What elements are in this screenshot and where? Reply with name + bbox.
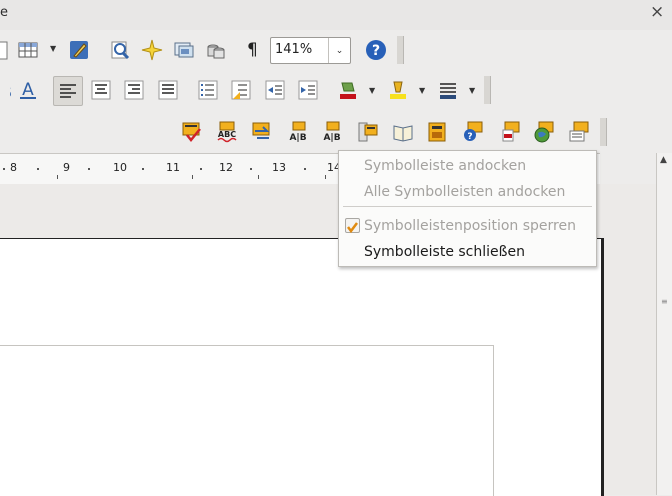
svg-text:A|B: A|B xyxy=(289,133,306,143)
bullets-icon[interactable] xyxy=(227,76,255,104)
ruler-tick xyxy=(192,175,193,179)
hyphenation-icon[interactable]: A|B xyxy=(284,118,312,146)
ruler-label: 9 xyxy=(63,161,70,174)
ruler-label: 13 xyxy=(272,161,286,174)
ruler-dot xyxy=(304,168,306,170)
toolbar-grip[interactable] xyxy=(484,76,491,104)
note-icon[interactable] xyxy=(565,118,593,146)
checkmark-icon xyxy=(347,222,358,234)
menu-item-label: Symbolleiste schließen xyxy=(364,244,525,260)
draw-functions-icon[interactable] xyxy=(65,36,93,64)
ruler-tick xyxy=(57,175,58,179)
data-sources-icon[interactable] xyxy=(202,36,230,64)
scroll-thumb-grip-icon[interactable]: ≡ xyxy=(661,297,668,306)
toolbar-grip[interactable] xyxy=(600,118,607,146)
help-icon[interactable]: ? xyxy=(362,36,390,64)
paragraph-background-dropdown-icon[interactable]: ▼ xyxy=(469,86,477,95)
increase-indent-icon[interactable] xyxy=(294,76,322,104)
ruler-dot xyxy=(88,168,90,170)
tools-toolbar: ABC A|B A|B ? xyxy=(0,112,672,152)
highlight-dropdown-icon[interactable]: ▼ xyxy=(419,86,427,95)
align-left-icon[interactable] xyxy=(53,76,83,106)
toolbar-context-menu: Symbolleiste andocken Alle Symbolleisten… xyxy=(338,150,597,267)
window-title: e xyxy=(0,5,8,20)
autocorrect-icon[interactable] xyxy=(248,118,276,146)
svg-text:a: a xyxy=(9,81,11,101)
ruler-dot xyxy=(142,168,144,170)
toolbar-grip[interactable] xyxy=(397,36,404,64)
zoom-dropdown-icon[interactable]: ⌄ xyxy=(328,38,350,63)
decrease-indent-icon[interactable] xyxy=(261,76,289,104)
ruler-dot xyxy=(250,168,252,170)
menu-item-lock-toolbar-position[interactable]: Symbolleistenposition sperren xyxy=(364,218,576,234)
close-window-button[interactable]: × xyxy=(650,2,664,22)
svg-text:A|B: A|B xyxy=(323,133,340,143)
background-color-icon[interactable] xyxy=(334,76,362,104)
align-right-icon[interactable] xyxy=(120,76,148,104)
ruler-tick xyxy=(325,175,326,179)
lock-position-checkbox[interactable] xyxy=(345,218,360,234)
highlight-icon[interactable] xyxy=(384,76,412,104)
ruler-label: 8 xyxy=(10,161,17,174)
autospellcheck-icon[interactable]: ABC xyxy=(213,118,241,146)
help-tip-icon[interactable]: ? xyxy=(459,118,487,146)
ruler-dot xyxy=(37,168,39,170)
formatting-toolbar: a A ▼ ▼ ▼ xyxy=(0,70,672,112)
table-icon[interactable] xyxy=(14,36,42,64)
glossary-icon[interactable] xyxy=(423,118,451,146)
zoom-combobox[interactable]: 141% ⌄ xyxy=(270,37,351,64)
ruler-label: 11 xyxy=(166,161,180,174)
vertical-scrollbar[interactable]: ▲ ≡ xyxy=(656,153,672,495)
font-color-icon[interactable]: A xyxy=(14,76,42,104)
background-color-dropdown-icon[interactable]: ▼ xyxy=(369,86,377,95)
thesaurus-icon[interactable]: A|B xyxy=(318,118,346,146)
navigator-icon[interactable] xyxy=(138,36,166,64)
text-area-boundary[interactable] xyxy=(0,345,494,496)
scroll-up-icon[interactable]: ▲ xyxy=(660,155,667,165)
justify-icon[interactable] xyxy=(154,76,182,104)
shadow-icon[interactable]: a xyxy=(0,76,14,104)
svg-text:?: ? xyxy=(372,43,380,59)
pdf-export-icon[interactable] xyxy=(496,118,524,146)
menu-item-dock-all-toolbars[interactable]: Alle Symbolleisten andocken xyxy=(364,184,565,200)
title-bar: e × xyxy=(0,0,672,30)
find-replace-icon[interactable] xyxy=(106,36,134,64)
menu-item-label: Symbolleistenposition sperren xyxy=(364,218,576,234)
ruler-label: 12 xyxy=(219,161,233,174)
numbering-icon[interactable] xyxy=(194,76,222,104)
table-dropdown-icon[interactable]: ▼ xyxy=(50,44,58,53)
ruler-dot xyxy=(3,168,5,170)
menu-item-label: Symbolleiste andocken xyxy=(364,158,527,174)
globe-icon[interactable] xyxy=(530,118,558,146)
standard-toolbar: ▼ ¶ 141% ⌄ ? xyxy=(0,30,672,70)
menu-item-label: Alle Symbolleisten andocken xyxy=(364,184,566,200)
spellcheck-icon[interactable] xyxy=(178,118,206,146)
formatting-marks-icon[interactable]: ¶ xyxy=(247,40,258,60)
book-preview-icon[interactable] xyxy=(389,118,417,146)
ruler-tick xyxy=(258,175,259,179)
menu-item-close-toolbar[interactable]: Symbolleiste schließen xyxy=(364,244,525,260)
ruler-dot xyxy=(200,168,202,170)
menu-item-dock-toolbar[interactable]: Symbolleiste andocken xyxy=(364,158,526,174)
menu-separator xyxy=(343,206,592,207)
paragraph-background-icon[interactable] xyxy=(434,76,462,104)
zoom-value[interactable]: 141% xyxy=(275,42,312,57)
gallery-icon[interactable] xyxy=(170,36,198,64)
svg-text:ABC: ABC xyxy=(218,130,236,139)
align-center-icon[interactable] xyxy=(87,76,115,104)
document-icon[interactable] xyxy=(0,36,14,64)
word-count-icon[interactable] xyxy=(354,118,382,146)
ruler-label: 10 xyxy=(113,161,127,174)
svg-text:?: ? xyxy=(467,132,472,142)
